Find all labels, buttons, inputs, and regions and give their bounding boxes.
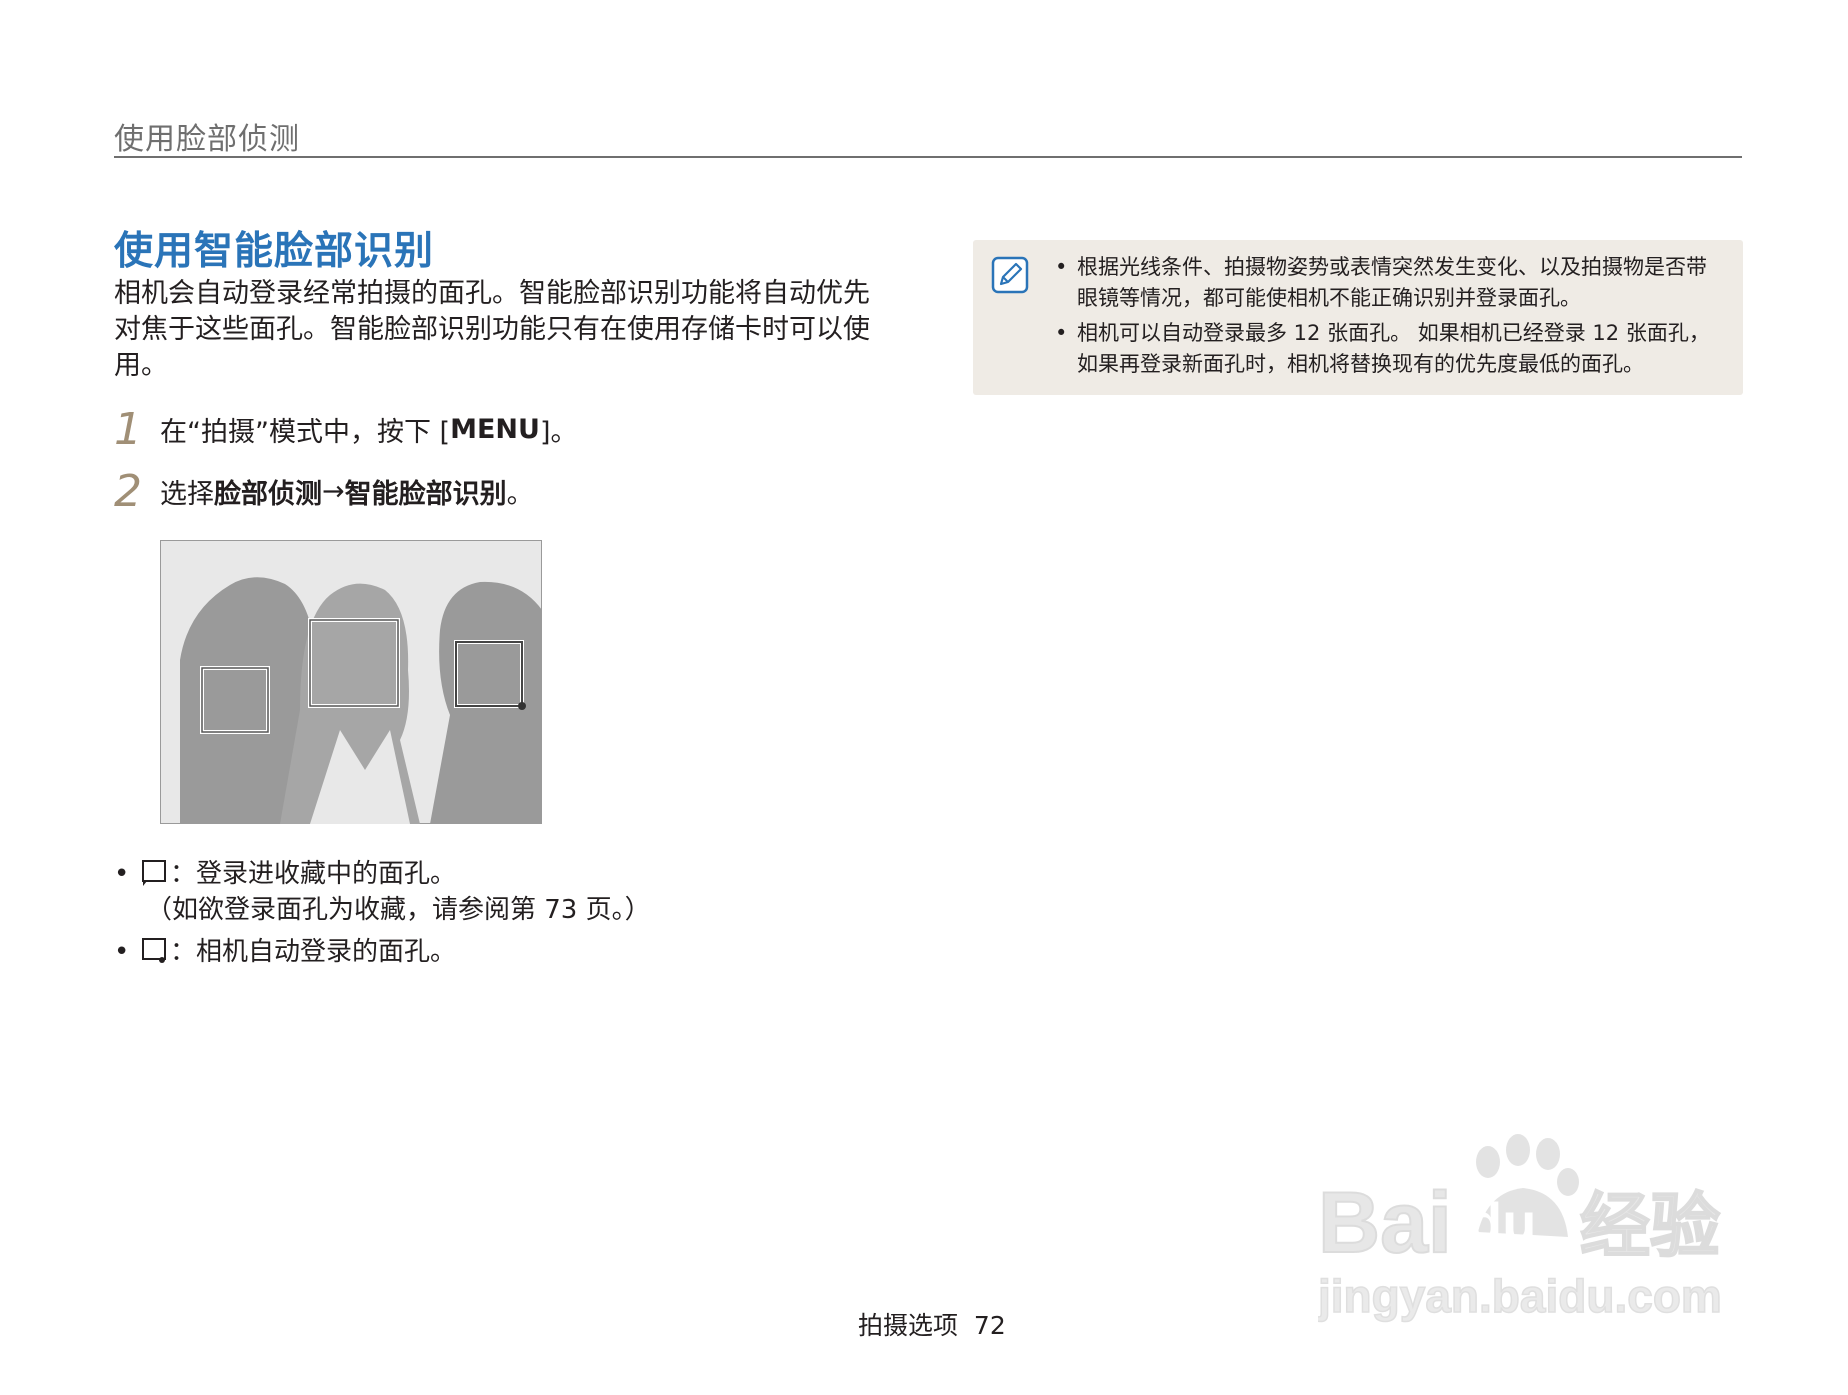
baidu-jingyan-watermark: Bai du 经验 jingyan.baidu.com <box>1318 1134 1723 1323</box>
note-item: • 根据光线条件、拍摄物姿势或表情突然发生变化、以及拍摄物是否带眼镜等情况，都可… <box>1055 252 1725 314</box>
note-item: • 相机可以自动登录最多 12 张面孔。 如果相机已经登录 12 张面孔，如果再… <box>1055 318 1725 380</box>
watermark-brand2: du <box>1468 1191 1536 1254</box>
note-text: 相机可以自动登录最多 12 张面孔。 如果相机已经登录 12 张面孔，如果再登录… <box>1077 321 1710 376</box>
bullet-auto-face: • ：相机自动登录的面孔。 <box>114 934 456 970</box>
step-number: 1 <box>114 404 142 455</box>
bullet-text: ：登录进收藏中的面孔。 <box>170 859 457 889</box>
header-divider <box>114 156 1742 158</box>
watermark-brand: Bai <box>1318 1175 1452 1271</box>
step-text-prefix: 在“拍摄”模式中，按下 [ <box>160 417 451 448</box>
step-text-suffix: 。 <box>506 479 534 510</box>
footer: 拍摄选项 72 <box>858 1306 1006 1342</box>
step-1: 1 在“拍摄”模式中，按下 [MENU]。 <box>114 404 577 455</box>
section-header: 使用脸部侦测 <box>114 122 300 157</box>
watermark-url: jingyan.baidu.com <box>1318 1270 1722 1322</box>
menu-key-label: MENU <box>450 414 540 445</box>
watermark-cn: 经验 <box>1580 1185 1720 1267</box>
arrow-glyph: → <box>322 476 345 507</box>
auto-face-frame-icon <box>138 936 170 966</box>
step-text-prefix: 选择 <box>160 479 214 510</box>
page-number: 72 <box>973 1311 1006 1340</box>
bullet-subtext: （如欲登录面孔为收藏，请参阅第 73 页。） <box>146 895 651 925</box>
face-recognition-illustration <box>160 540 542 824</box>
page-title: 使用智能脸部识别 <box>114 229 435 274</box>
step-2: 2 选择 脸部侦测 → 智能脸部识别。 <box>114 466 534 517</box>
favorite-face-frame-icon <box>138 858 170 888</box>
bullet-favorite-face: • ：登录进收藏中的面孔。 <box>114 856 456 892</box>
bullet-dot: • <box>114 937 130 967</box>
note-pencil-icon <box>991 256 1029 294</box>
note-text: 根据光线条件、拍摄物姿势或表情突然发生变化、以及拍摄物是否带眼镜等情况，都可能使… <box>1077 255 1707 310</box>
footer-section: 拍摄选项 <box>858 1311 959 1340</box>
bullet-text: ：相机自动登录的面孔。 <box>170 937 457 967</box>
menu-option-face-detection: 脸部侦测 <box>214 479 322 510</box>
step-number: 2 <box>114 466 142 517</box>
menu-option-smart-face-recognition: 智能脸部识别 <box>344 479 507 510</box>
step-text-suffix: ]。 <box>539 417 578 448</box>
bullet-dot: • <box>114 859 130 889</box>
intro-paragraph: 相机会自动登录经常拍摄的面孔。智能脸部识别功能将自动优先对焦于这些面孔。智能脸部… <box>114 278 870 381</box>
